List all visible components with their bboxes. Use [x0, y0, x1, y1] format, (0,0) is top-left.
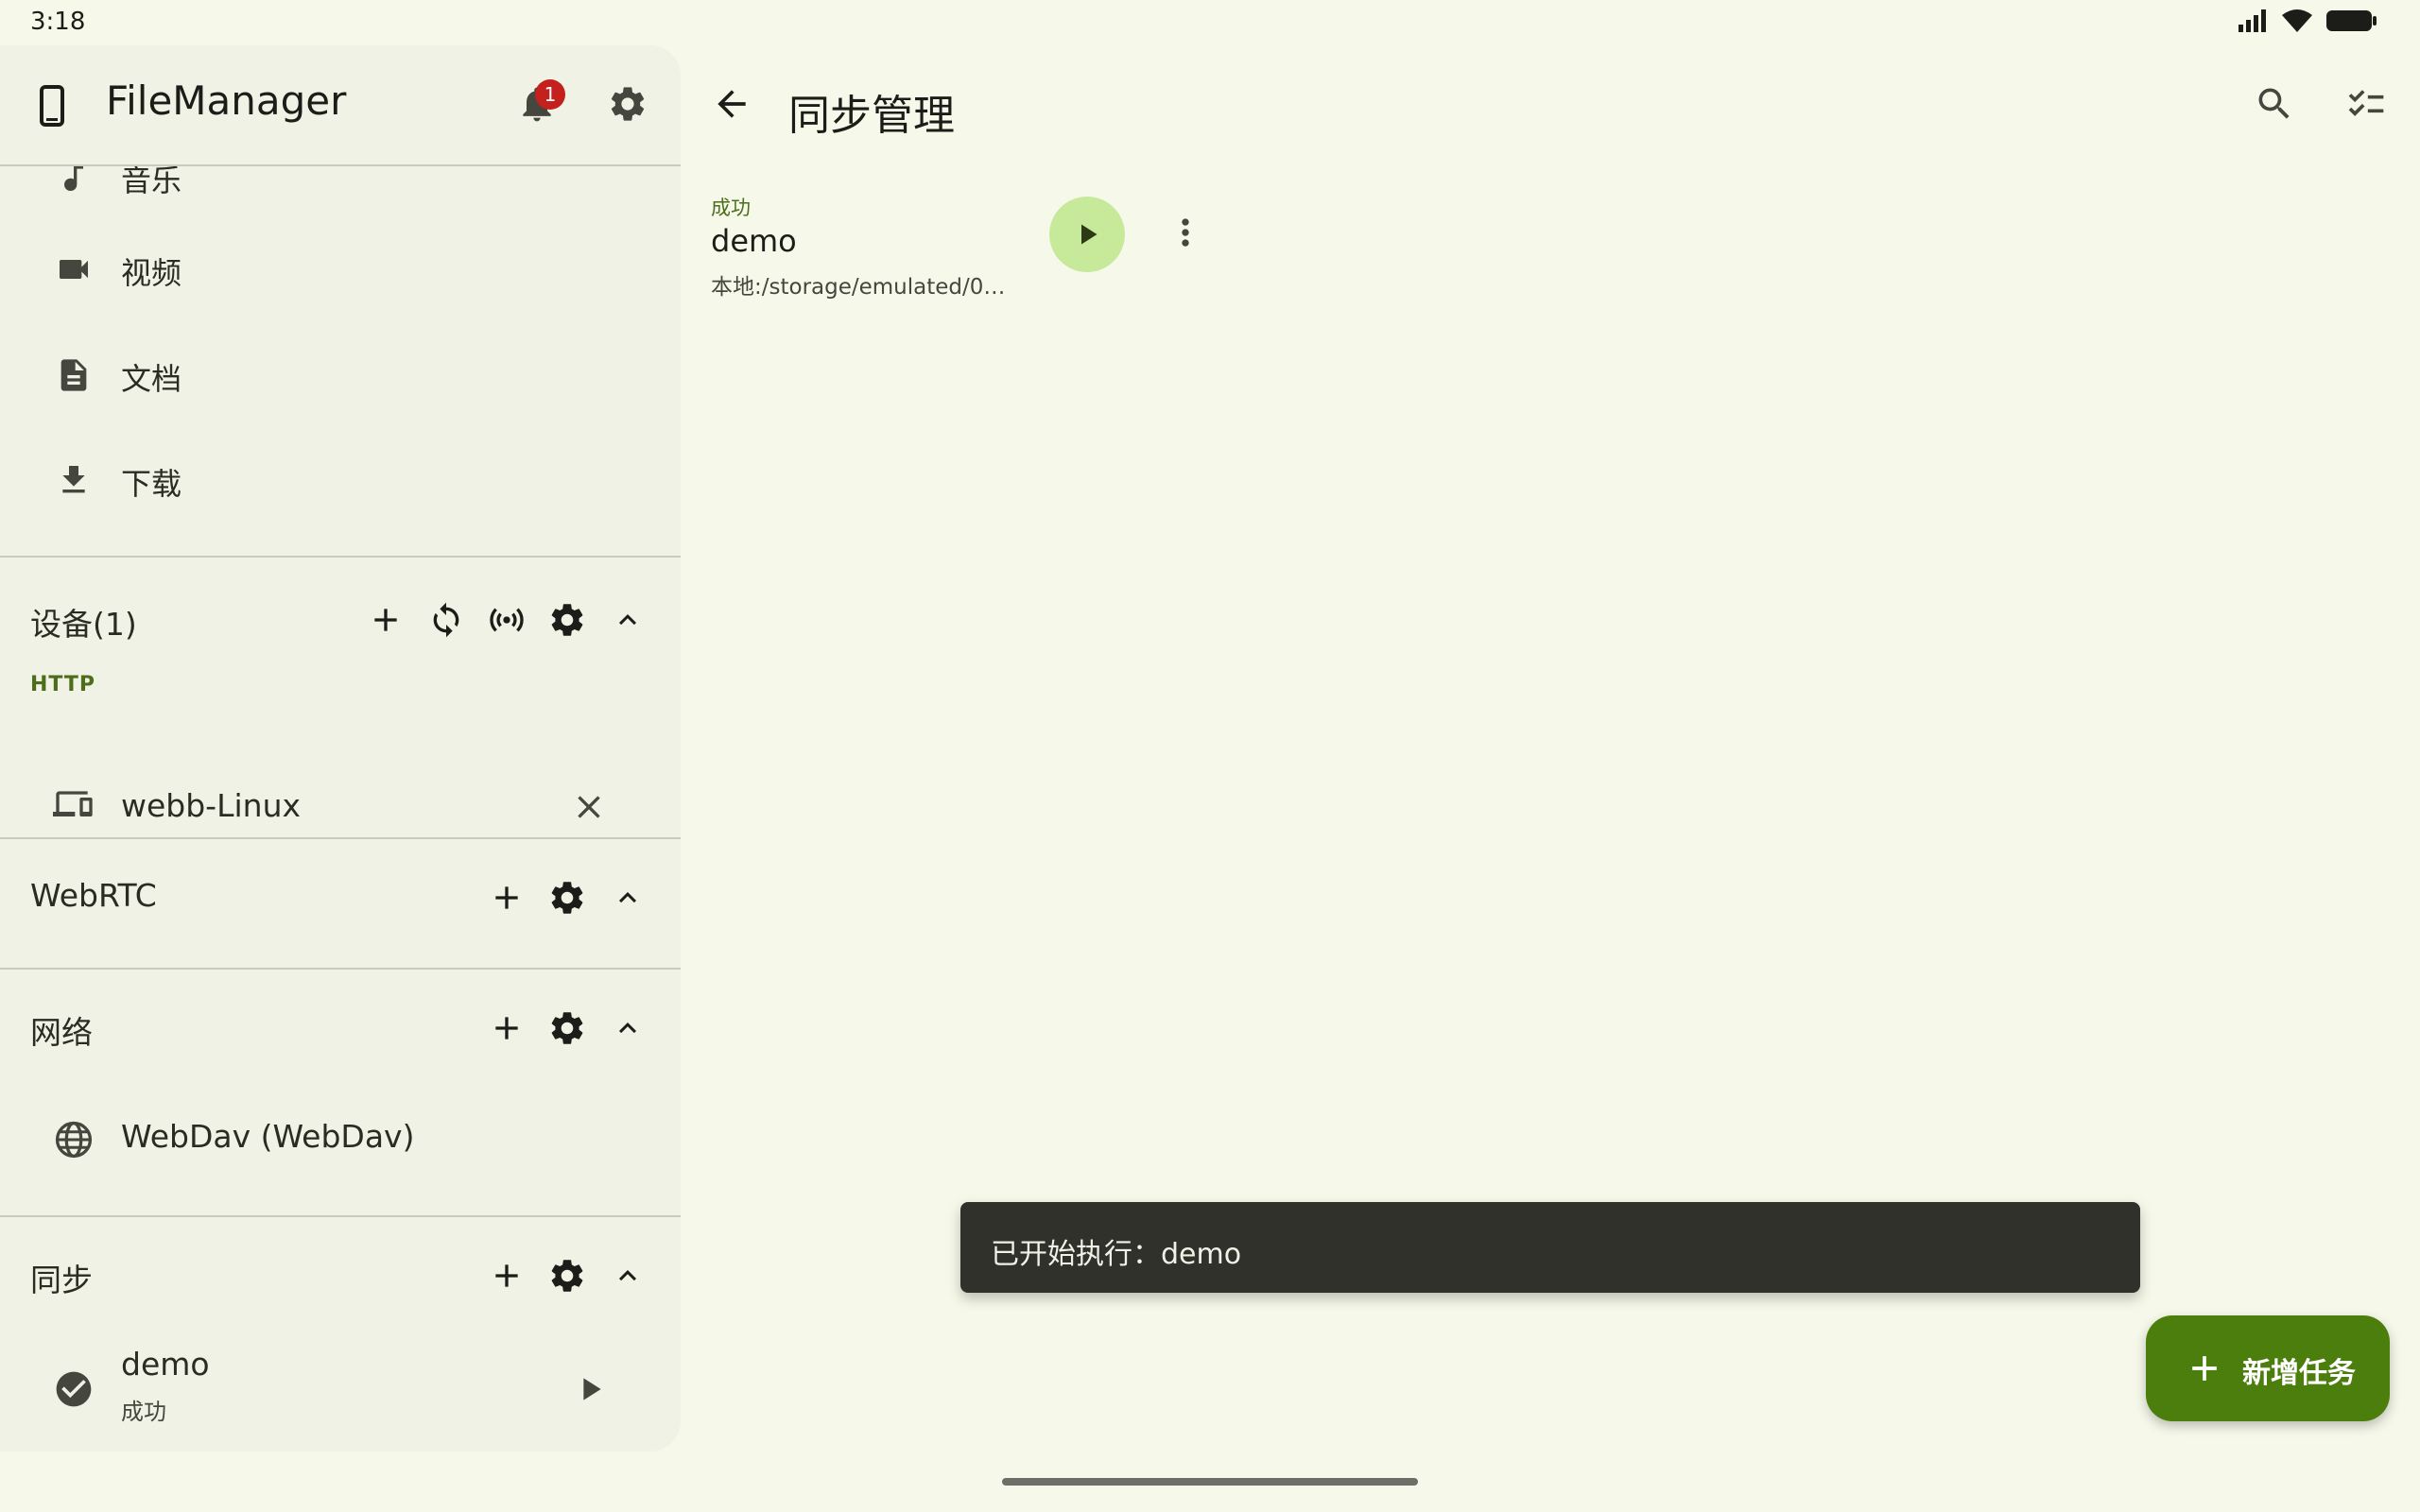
sync-task-item[interactable]: 成功 demo 本地:/storage/emulated/0…: [711, 189, 1221, 312]
divider: [0, 556, 681, 558]
network-item-label: WebDav (WebDav): [121, 1118, 415, 1155]
battery-icon: [2326, 10, 2377, 31]
devices-icon: [53, 791, 93, 816]
notification-badge: 1: [535, 79, 565, 110]
protocol-subheader: HTTP: [30, 673, 96, 696]
divider: [0, 968, 681, 970]
divider: [0, 1215, 681, 1217]
network-section-header: 网络: [0, 990, 681, 1066]
more-vert-icon[interactable]: [1165, 212, 1206, 253]
webrtc-settings-button[interactable]: [546, 877, 588, 919]
status-bar: 3:18: [0, 0, 2420, 45]
snackbar: 已开始执行：demo: [960, 1202, 2140, 1293]
nav-item-downloads[interactable]: 下载: [0, 428, 681, 532]
nav-item-video[interactable]: 视频: [0, 217, 681, 321]
sync-title: 同步: [30, 1262, 93, 1298]
refresh-devices-button[interactable]: [425, 599, 467, 641]
devices-section-header: 设备(1): [0, 582, 681, 658]
webrtc-section-header: WebRTC: [0, 860, 681, 936]
chevron-up-icon: [619, 1270, 636, 1281]
screen: 3:18 FileManager 1 音乐 视频 文档 下载 设备(1) HTT…: [0, 0, 2420, 1512]
device-settings-button[interactable]: [546, 599, 588, 641]
add-device-button[interactable]: [365, 599, 406, 641]
plus-icon: [495, 886, 518, 909]
top-app-bar: 同步管理: [681, 45, 2420, 168]
nav-item-documents[interactable]: 文档: [0, 323, 681, 427]
plus-icon: [495, 1017, 518, 1040]
chevron-up-icon: [619, 1022, 636, 1034]
network-settings-button[interactable]: [546, 1007, 588, 1049]
task-status: 成功: [711, 197, 751, 219]
task-name: demo: [711, 223, 797, 259]
nav-item-label: 文档: [121, 361, 182, 397]
collapse-sync-button[interactable]: [607, 1255, 648, 1297]
chevron-up-icon: [619, 614, 636, 626]
wifi-icon: [2282, 9, 2312, 32]
search-icon[interactable]: [2254, 83, 2295, 125]
sync-icon: [433, 602, 459, 638]
home-indicator[interactable]: [1002, 1478, 1418, 1486]
collapse-webrtc-button[interactable]: [607, 877, 648, 919]
task-path: 本地:/storage/emulated/0…: [711, 275, 1006, 300]
plus-icon: [374, 609, 397, 631]
divider: [0, 837, 681, 839]
run-task-button[interactable]: [1049, 197, 1125, 272]
plus-icon: [2192, 1356, 2217, 1381]
phone-icon: [40, 85, 64, 127]
close-icon[interactable]: [570, 788, 608, 826]
check-circle-icon: [56, 1371, 92, 1407]
status-time: 3:18: [30, 8, 86, 36]
download-icon: [62, 466, 85, 493]
add-network-button[interactable]: [486, 1007, 527, 1049]
devices-title: 设备(1): [30, 606, 137, 643]
snackbar-message: 已开始执行：demo: [991, 1238, 1242, 1271]
back-arrow-icon[interactable]: [711, 83, 752, 125]
page-title: 同步管理: [788, 92, 955, 140]
sync-settings-button[interactable]: [546, 1255, 588, 1297]
drawer-header: FileManager 1: [0, 45, 681, 166]
network-item[interactable]: WebDav (WebDav): [0, 1091, 681, 1185]
checklist-icon[interactable]: [2344, 83, 2388, 125]
gear-icon: [551, 1260, 583, 1292]
document-icon: [60, 359, 87, 391]
webrtc-title: WebRTC: [30, 877, 157, 914]
gear-icon: [551, 882, 583, 914]
chevron-up-icon: [619, 892, 636, 903]
add-sync-button[interactable]: [486, 1255, 527, 1297]
navigation-drawer: FileManager 1 音乐 视频 文档 下载 设备(1) HTTP web…: [0, 45, 681, 1452]
settings-gear-icon[interactable]: [607, 83, 648, 125]
network-title: 网络: [30, 1014, 93, 1051]
app-title: FileManager: [106, 77, 347, 124]
broadcast-icon: [490, 608, 524, 632]
collapse-devices-button[interactable]: [607, 599, 648, 641]
sync-item[interactable]: demo 成功: [0, 1334, 681, 1444]
broadcast-button[interactable]: [486, 599, 527, 641]
video-icon: [60, 260, 88, 279]
collapse-network-button[interactable]: [607, 1007, 648, 1049]
add-task-fab[interactable]: 新增任务: [2146, 1315, 2390, 1421]
gear-icon: [551, 604, 583, 636]
nav-item-label: 下载: [121, 466, 182, 502]
signal-icon: [2238, 9, 2266, 32]
device-name: webb-Linux: [121, 787, 302, 824]
plus-icon: [495, 1264, 518, 1287]
globe-icon: [55, 1121, 93, 1159]
device-item[interactable]: webb-Linux: [0, 760, 681, 854]
fab-label: 新增任务: [2242, 1357, 2356, 1390]
sync-item-status: 成功: [121, 1399, 166, 1425]
play-icon: [1081, 224, 1098, 245]
sync-item-name: demo: [121, 1346, 210, 1383]
gear-icon: [551, 1012, 583, 1044]
play-icon[interactable]: [571, 1370, 609, 1408]
status-icons: [2237, 8, 2378, 34]
sync-section-header: 同步: [0, 1238, 681, 1314]
add-webrtc-button[interactable]: [486, 877, 527, 919]
nav-item-label: 视频: [121, 255, 182, 291]
